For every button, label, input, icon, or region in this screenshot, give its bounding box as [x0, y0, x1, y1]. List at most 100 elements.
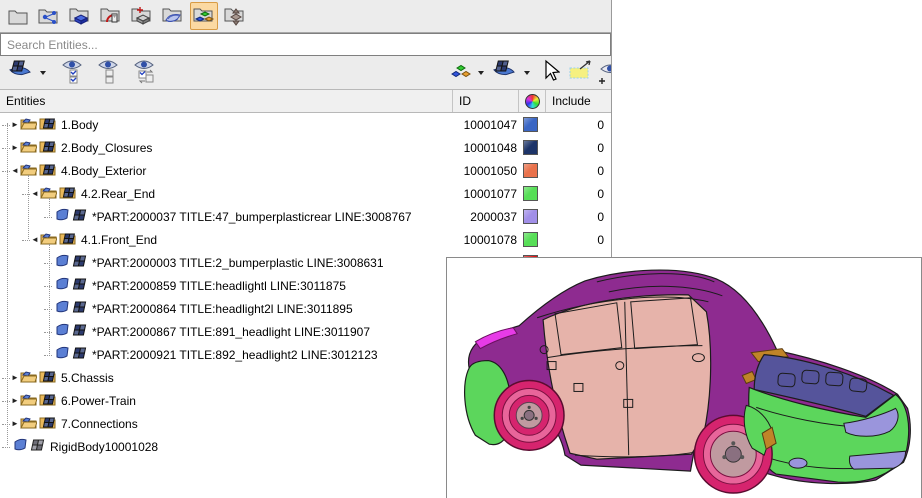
- entity-icons: [55, 300, 87, 317]
- entity-icons: [55, 323, 87, 340]
- entity-icons: [40, 185, 76, 202]
- entity-label: *PART:2000859 TITLE:headlightl LINE:3011…: [92, 279, 453, 293]
- highlight-icon[interactable]: [568, 59, 594, 86]
- browser-top-toolbar: [0, 0, 611, 33]
- tree-stub: [2, 400, 10, 402]
- table-header: Entities ID Include: [0, 89, 611, 113]
- entity-icons: [55, 254, 87, 271]
- tree-row[interactable]: ► 1.Body 10001047: [0, 113, 611, 136]
- entity-icons: [20, 415, 56, 432]
- include-value: 0: [544, 164, 611, 178]
- entity-label: *PART:2000867 TITLE:891_headlight LINE:3…: [92, 325, 453, 339]
- tree-stub: [44, 354, 52, 356]
- expander-arrow[interactable]: ►: [11, 420, 20, 428]
- entity-id: 10001077: [453, 187, 517, 201]
- tree-row[interactable]: *PART:2000037 TITLE:47_bumperplasticrear…: [0, 205, 611, 228]
- entity-label: 4.Body_Exterior: [61, 164, 453, 178]
- tree-stub: [44, 262, 52, 264]
- entity-label: 6.Power-Train: [61, 394, 453, 408]
- tree-row[interactable]: ► 2.Body_Closures 10001048: [0, 136, 611, 159]
- cursor-icon[interactable]: [542, 59, 560, 86]
- folder-mesh-icon[interactable]: [159, 2, 187, 30]
- component-view-icon[interactable]: [6, 58, 34, 87]
- tree-guide-line: [7, 123, 8, 445]
- eye-swap-icon[interactable]: [132, 58, 158, 87]
- entity-label: *PART:2000921 TITLE:892_headlight2 LINE:…: [92, 348, 453, 362]
- tree-guide-line: [49, 244, 50, 354]
- car-render: [447, 258, 921, 498]
- folder-history-icon[interactable]: [97, 2, 125, 30]
- eye-checked-icon[interactable]: [60, 58, 84, 87]
- entity-label: 2.Body_Closures: [61, 141, 453, 155]
- folder-network-icon[interactable]: [35, 2, 63, 30]
- entity-id: 10001050: [453, 164, 517, 178]
- tree-row[interactable]: ◄ 4.1.Front_End 10001078: [0, 228, 611, 251]
- chevron-down-icon[interactable]: [40, 71, 46, 75]
- expander-arrow[interactable]: ►: [11, 144, 20, 152]
- expander-arrow[interactable]: ◄: [31, 236, 40, 244]
- eye-clipped-icon[interactable]: [598, 60, 611, 86]
- entity-icons: [20, 139, 56, 156]
- tree-guide-line: [49, 198, 50, 216]
- tree-stub: [44, 285, 52, 287]
- tree-stub: [44, 308, 52, 310]
- color-swatch[interactable]: [523, 232, 538, 247]
- folder-plain-icon[interactable]: [4, 2, 32, 30]
- tree-stub: [2, 446, 10, 448]
- tree-row[interactable]: ◄ 4.Body_Exterior 10001050: [0, 159, 611, 182]
- folder-components-icon[interactable]: [190, 2, 218, 30]
- entity-label: *PART:2000864 TITLE:headlight2l LINE:301…: [92, 302, 453, 316]
- expander-arrow[interactable]: ►: [11, 121, 20, 129]
- color-wheel-icon: [525, 94, 540, 109]
- rear-wheel: [494, 380, 564, 450]
- chevron-down-icon[interactable]: [524, 71, 530, 75]
- entity-label: *PART:2000037 TITLE:47_bumperplasticrear…: [92, 210, 453, 224]
- expander-arrow[interactable]: ◄: [31, 190, 40, 198]
- tree-stub: [2, 377, 10, 379]
- include-value: 0: [544, 187, 611, 201]
- folder-export-icon[interactable]: [221, 2, 249, 30]
- application-screen: Entities ID Include ►: [0, 0, 922, 498]
- tree-stub: [2, 147, 10, 149]
- include-value: 0: [544, 210, 611, 224]
- color-swatch[interactable]: [523, 117, 538, 132]
- tree-row[interactable]: ◄ 4.2.Rear_End 10001077: [0, 182, 611, 205]
- color-swatch[interactable]: [523, 186, 538, 201]
- column-header-include[interactable]: Include: [545, 90, 611, 112]
- entity-id: 2000037: [453, 210, 517, 224]
- color-swatch[interactable]: [523, 209, 538, 224]
- color-swatch[interactable]: [523, 163, 538, 178]
- eye-tree-icon[interactable]: [96, 58, 120, 87]
- entity-icons: [40, 231, 76, 248]
- entity-icons: [55, 346, 87, 363]
- component-view-icon[interactable]: [490, 58, 518, 87]
- tree-guide-line: [28, 175, 29, 239]
- entity-icons: [55, 208, 87, 225]
- expander-arrow[interactable]: ►: [11, 374, 20, 382]
- include-value: 0: [544, 118, 611, 132]
- folder-solid-icon[interactable]: [66, 2, 94, 30]
- entity-icons: [20, 162, 56, 179]
- browser-view-toolbar: [0, 56, 611, 89]
- column-header-id[interactable]: ID: [452, 90, 518, 112]
- color-swatch[interactable]: [523, 140, 538, 155]
- expander-arrow[interactable]: ◄: [11, 167, 20, 175]
- column-header-entities[interactable]: Entities: [0, 90, 452, 112]
- entity-label: 5.Chassis: [61, 371, 453, 385]
- expander-arrow[interactable]: ►: [11, 397, 20, 405]
- folder-translate-icon[interactable]: [128, 2, 156, 30]
- include-value: 0: [544, 233, 611, 247]
- chevron-down-icon[interactable]: [478, 71, 484, 75]
- entity-icons: [13, 438, 45, 455]
- include-value: 0: [544, 141, 611, 155]
- column-header-color[interactable]: [518, 90, 545, 112]
- components-colored-icon[interactable]: [450, 61, 472, 84]
- graphics-window[interactable]: [446, 257, 922, 498]
- entity-label: 4.2.Rear_End: [81, 187, 453, 201]
- tree-stub: [2, 170, 10, 172]
- entity-id: 10001048: [453, 141, 517, 155]
- entity-label: 7.Connections: [61, 417, 453, 431]
- entity-icons: [20, 392, 56, 409]
- search-input[interactable]: [0, 33, 611, 56]
- tree-stub: [2, 423, 10, 425]
